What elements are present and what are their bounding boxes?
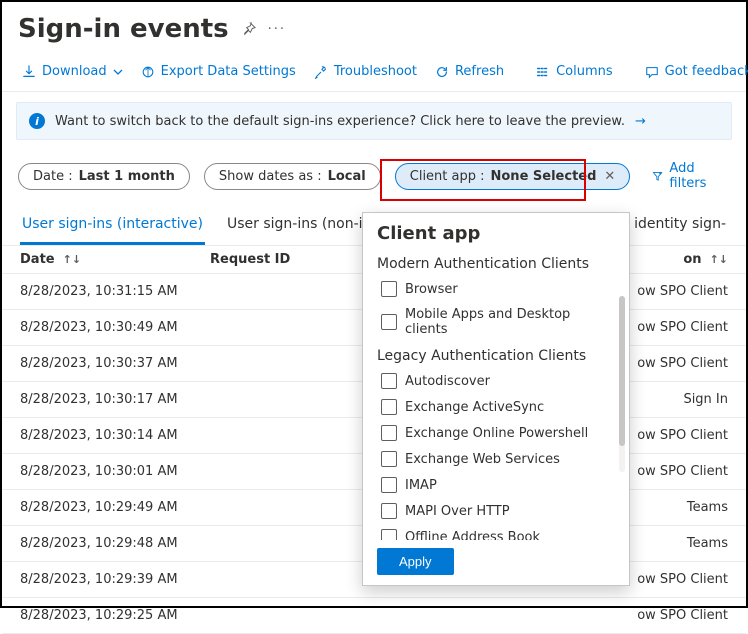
column-date[interactable]: Date ↑↓ xyxy=(20,252,210,267)
scrollbar-thumb[interactable] xyxy=(619,296,625,446)
info-bar-text: Want to switch back to the default sign-… xyxy=(55,114,625,129)
sort-icon: ↑↓ xyxy=(63,253,81,266)
option-label: Autodiscover xyxy=(405,374,490,389)
option-label: Offline Address Book xyxy=(405,530,540,541)
filter-clientapp-value: None Selected xyxy=(491,169,597,184)
download-button[interactable]: Download xyxy=(16,60,129,83)
cell-date: 8/28/2023, 10:29:39 AM xyxy=(20,572,320,587)
apply-button[interactable]: Apply xyxy=(377,548,454,575)
pin-icon[interactable] xyxy=(241,22,256,37)
option-label: Exchange Online Powershell xyxy=(405,426,588,441)
column-request-id[interactable]: Request ID xyxy=(210,252,380,267)
column-date-label: Date xyxy=(20,252,55,267)
option-label: Exchange ActiveSync xyxy=(405,400,544,415)
checkbox-option[interactable]: Exchange Web Services xyxy=(363,446,629,472)
filter-date[interactable]: Date : Last 1 month xyxy=(18,163,190,190)
export-label: Export Data Settings xyxy=(161,64,296,79)
group-legacy-auth: Legacy Authentication Clients xyxy=(363,342,629,368)
option-label: Browser xyxy=(405,282,458,297)
filter-showdates-label: Show dates as : xyxy=(219,169,322,184)
filter-date-label: Date : xyxy=(33,169,73,184)
refresh-label: Refresh xyxy=(455,64,504,79)
cell-date: 8/28/2023, 10:29:48 AM xyxy=(20,536,320,551)
filter-pills: Date : Last 1 month Show dates as : Loca… xyxy=(2,150,746,206)
export-button[interactable]: Export Data Settings xyxy=(135,60,302,83)
cell-date: 8/28/2023, 10:30:14 AM xyxy=(20,428,320,443)
checkbox-option[interactable]: Exchange ActiveSync xyxy=(363,394,629,420)
table-row[interactable]: 8/28/2023, 10:29:25 AMow SPO Client xyxy=(2,598,746,634)
cell-date: 8/28/2023, 10:29:25 AM xyxy=(20,608,320,623)
cell-date: 8/28/2023, 10:30:49 AM xyxy=(20,320,320,335)
feedback-label: Got feedback? xyxy=(665,64,748,79)
info-bar[interactable]: i Want to switch back to the default sig… xyxy=(16,102,732,140)
checkbox-icon xyxy=(381,373,397,389)
command-bar: Download Export Data Settings Troublesho… xyxy=(2,52,746,92)
chevron-down-icon xyxy=(113,67,123,77)
checkbox-option[interactable]: Mobile Apps and Desktop clients xyxy=(363,302,629,342)
checkbox-icon xyxy=(381,529,397,540)
checkbox-icon xyxy=(381,477,397,493)
checkbox-option[interactable]: IMAP xyxy=(363,472,629,498)
filter-showdates[interactable]: Show dates as : Local xyxy=(204,163,381,190)
filter-date-value: Last 1 month xyxy=(79,169,175,184)
cell-date: 8/28/2023, 10:30:17 AM xyxy=(20,392,320,407)
checkbox-icon xyxy=(381,425,397,441)
troubleshoot-label: Troubleshoot xyxy=(334,64,417,79)
cell-date: 8/28/2023, 10:30:01 AM xyxy=(20,464,320,479)
columns-button[interactable]: Columns xyxy=(530,60,619,83)
checkbox-icon xyxy=(381,451,397,467)
checkbox-option[interactable]: Exchange Online Powershell xyxy=(363,420,629,446)
dropdown-title: Client app xyxy=(363,223,629,250)
filter-clientapp-label: Client app : xyxy=(410,169,485,184)
clientapp-dropdown: Client app Modern Authentication Clients… xyxy=(362,212,630,586)
more-icon[interactable]: ··· xyxy=(268,22,286,37)
checkbox-icon xyxy=(381,281,397,297)
arrow-right-icon: → xyxy=(635,114,646,129)
option-label: MAPI Over HTTP xyxy=(405,504,510,519)
close-icon[interactable]: ✕ xyxy=(604,169,615,184)
checkbox-option[interactable]: MAPI Over HTTP xyxy=(363,498,629,524)
checkbox-icon xyxy=(381,503,397,519)
tab-interactive[interactable]: User sign-ins (interactive) xyxy=(20,210,205,245)
option-label: IMAP xyxy=(405,478,437,493)
filter-showdates-value: Local xyxy=(328,169,366,184)
cell-date: 8/28/2023, 10:30:37 AM xyxy=(20,356,320,371)
columns-label: Columns xyxy=(556,64,613,79)
filter-icon xyxy=(652,169,663,183)
feedback-button[interactable]: Got feedback? xyxy=(639,60,748,83)
checkbox-option[interactable]: Autodiscover xyxy=(363,368,629,394)
checkbox-icon xyxy=(381,399,397,415)
checkbox-option[interactable]: Offline Address Book xyxy=(363,524,629,540)
option-label: Mobile Apps and Desktop clients xyxy=(405,307,615,337)
column-app-label: on xyxy=(683,252,701,267)
page-title: Sign-in events xyxy=(18,14,229,44)
cell-date: 8/28/2023, 10:29:49 AM xyxy=(20,500,320,515)
refresh-button[interactable]: Refresh xyxy=(429,60,510,83)
sort-icon: ↑↓ xyxy=(710,253,728,266)
info-icon: i xyxy=(29,113,45,129)
checkbox-option[interactable]: Browser xyxy=(363,276,629,302)
option-label: Exchange Web Services xyxy=(405,452,560,467)
add-filters-label: Add filters xyxy=(669,161,722,191)
add-filters-button[interactable]: Add filters xyxy=(644,156,730,196)
filter-clientapp[interactable]: Client app : None Selected ✕ xyxy=(395,163,631,190)
troubleshoot-button[interactable]: Troubleshoot xyxy=(308,60,423,83)
checkbox-icon xyxy=(381,314,397,330)
cell-date: 8/28/2023, 10:31:15 AM xyxy=(20,284,320,299)
group-modern-auth: Modern Authentication Clients xyxy=(363,250,629,276)
cell-app: ow SPO Client xyxy=(320,608,728,623)
download-label: Download xyxy=(42,64,107,79)
